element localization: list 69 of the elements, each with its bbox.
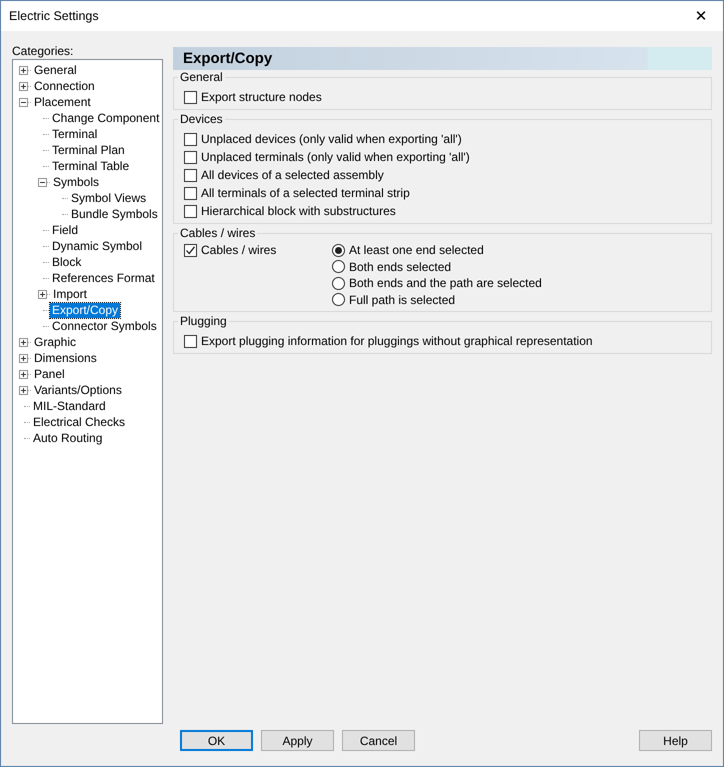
close-button[interactable]: ✕ (679, 1, 723, 31)
tree-item[interactable]: Dynamic Symbol (50, 238, 144, 254)
expander-icon[interactable] (19, 66, 28, 74)
window-title: Electric Settings (9, 9, 99, 23)
option-label: Unplaced devices (only valid when exporting 'all') (201, 132, 462, 146)
checkbox[interactable] (184, 334, 197, 348)
tree-item[interactable]: Panel (32, 366, 67, 382)
tree-item[interactable]: Connector Symbols (50, 318, 159, 334)
tree-item[interactable]: Terminal (50, 126, 100, 142)
option-label: Both ends and the path are selected (349, 276, 542, 290)
expander-icon[interactable] (38, 290, 47, 298)
radio-button[interactable] (332, 276, 345, 290)
tree-item[interactable]: Auto Routing (31, 430, 104, 446)
expander-icon[interactable] (19, 370, 28, 378)
option-label: Hierarchical block with substructures (201, 204, 396, 218)
expander-icon[interactable] (19, 386, 28, 394)
tree-item[interactable]: Bundle Symbols (69, 206, 160, 222)
checkbox[interactable] (184, 244, 197, 257)
tree-item[interactable]: MIL-Standard (31, 398, 108, 414)
radio-button[interactable] (332, 244, 345, 257)
checkbox[interactable] (184, 168, 197, 182)
option-label: Unplaced terminals (only valid when exporting 'all') (201, 150, 470, 164)
option-label: Cables / wires (201, 243, 276, 258)
radio-button[interactable] (332, 260, 345, 274)
group-title: Devices (179, 112, 224, 126)
dialog-button[interactable]: Apply (261, 730, 334, 751)
group-title: Plugging (179, 314, 228, 328)
dialog-button[interactable]: OK (180, 730, 253, 751)
checkbox[interactable] (184, 132, 197, 146)
option-label: All terminals of a selected terminal strip (201, 186, 410, 200)
tree-item[interactable]: Import (51, 286, 90, 302)
expander-icon[interactable] (19, 354, 28, 362)
option-label: Full path is selected (349, 292, 456, 307)
checkbox[interactable] (184, 90, 197, 104)
option-label: Export plugging information for pluggings without graphical representation (201, 334, 593, 348)
tree-item[interactable]: Terminal Table (50, 158, 132, 174)
option-label: At least one end selected (349, 243, 484, 258)
categories-label: Categories: (12, 43, 74, 59)
expander-icon[interactable] (19, 82, 28, 90)
tree-item[interactable]: Variants/Options (32, 382, 124, 398)
checkbox[interactable] (184, 150, 197, 164)
option-label: Export structure nodes (201, 90, 322, 104)
expander-icon[interactable] (19, 338, 28, 346)
expander-icon[interactable] (38, 178, 47, 186)
tree-item[interactable]: Block (50, 254, 84, 270)
group-title: Cables / wires (179, 226, 256, 240)
option-label: All devices of a selected assembly (201, 168, 384, 182)
tree-item[interactable]: References Format (50, 270, 157, 286)
group-title: General (179, 70, 224, 84)
tree-item[interactable]: Export/Copy (50, 302, 120, 318)
help-button[interactable]: Help (639, 730, 712, 751)
tree-item[interactable]: Dimensions (32, 350, 99, 366)
radio-button[interactable] (332, 293, 345, 306)
expander-icon[interactable] (19, 98, 28, 106)
tree-item[interactable]: Field (50, 222, 80, 238)
tree-item[interactable]: Symbol Views (69, 190, 148, 206)
tree-item[interactable]: General (32, 62, 79, 78)
tree-item[interactable]: Electrical Checks (31, 414, 128, 430)
checkbox[interactable] (184, 204, 197, 218)
option-label: Both ends selected (349, 260, 452, 274)
checkbox[interactable] (184, 186, 197, 200)
tree-item[interactable]: Placement (32, 94, 93, 110)
page-header: Export/Copy (173, 47, 712, 70)
tree-item[interactable]: Connection (32, 78, 97, 94)
tree-item[interactable]: Terminal Plan (50, 142, 127, 158)
tree-item[interactable]: Symbols (51, 174, 102, 190)
dialog-button[interactable]: Cancel (342, 730, 415, 751)
tree-item[interactable]: Graphic (32, 334, 78, 350)
tree-item[interactable]: Change Component (50, 110, 162, 126)
